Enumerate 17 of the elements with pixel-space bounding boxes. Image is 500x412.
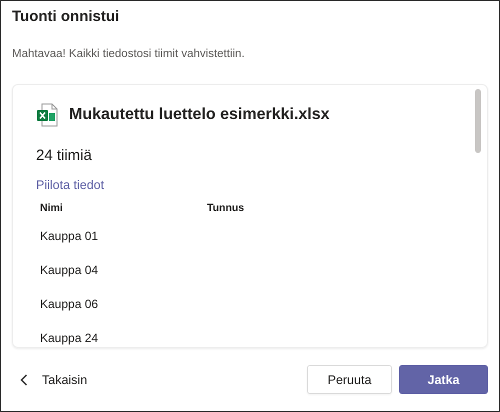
cancel-button[interactable]: Peruuta bbox=[307, 365, 392, 394]
file-name: Mukautettu luettelo esimerkki.xlsx bbox=[69, 106, 330, 124]
dialog-message: Mahtavaa! Kaikki tiedostosi tiimit vahvistettiin. bbox=[11, 47, 246, 62]
table-cell-text: Kauppa 24 bbox=[40, 330, 100, 347]
column-header: Nimi bbox=[40, 202, 64, 216]
column-header: Tunnus bbox=[207, 202, 246, 216]
team-count: 24 tiimiä bbox=[36, 147, 93, 164]
table-cell-text: Kauppa 01 bbox=[40, 228, 100, 245]
table-cell-text: Kauppa 04 bbox=[40, 262, 100, 279]
back-button[interactable]: Takaisin bbox=[20, 372, 88, 386]
spreadsheet-file-icon bbox=[36, 103, 58, 127]
hide-details-link[interactable]: Piilota tiedot bbox=[36, 178, 104, 192]
chevron-left-icon bbox=[20, 374, 28, 386]
table-cell-text: Kauppa 06 bbox=[40, 296, 100, 313]
scrollbar-thumb[interactable] bbox=[475, 89, 481, 153]
dialog-title: Tuonti onnistui bbox=[11, 7, 120, 27]
continue-button[interactable]: Jatka bbox=[399, 365, 488, 394]
